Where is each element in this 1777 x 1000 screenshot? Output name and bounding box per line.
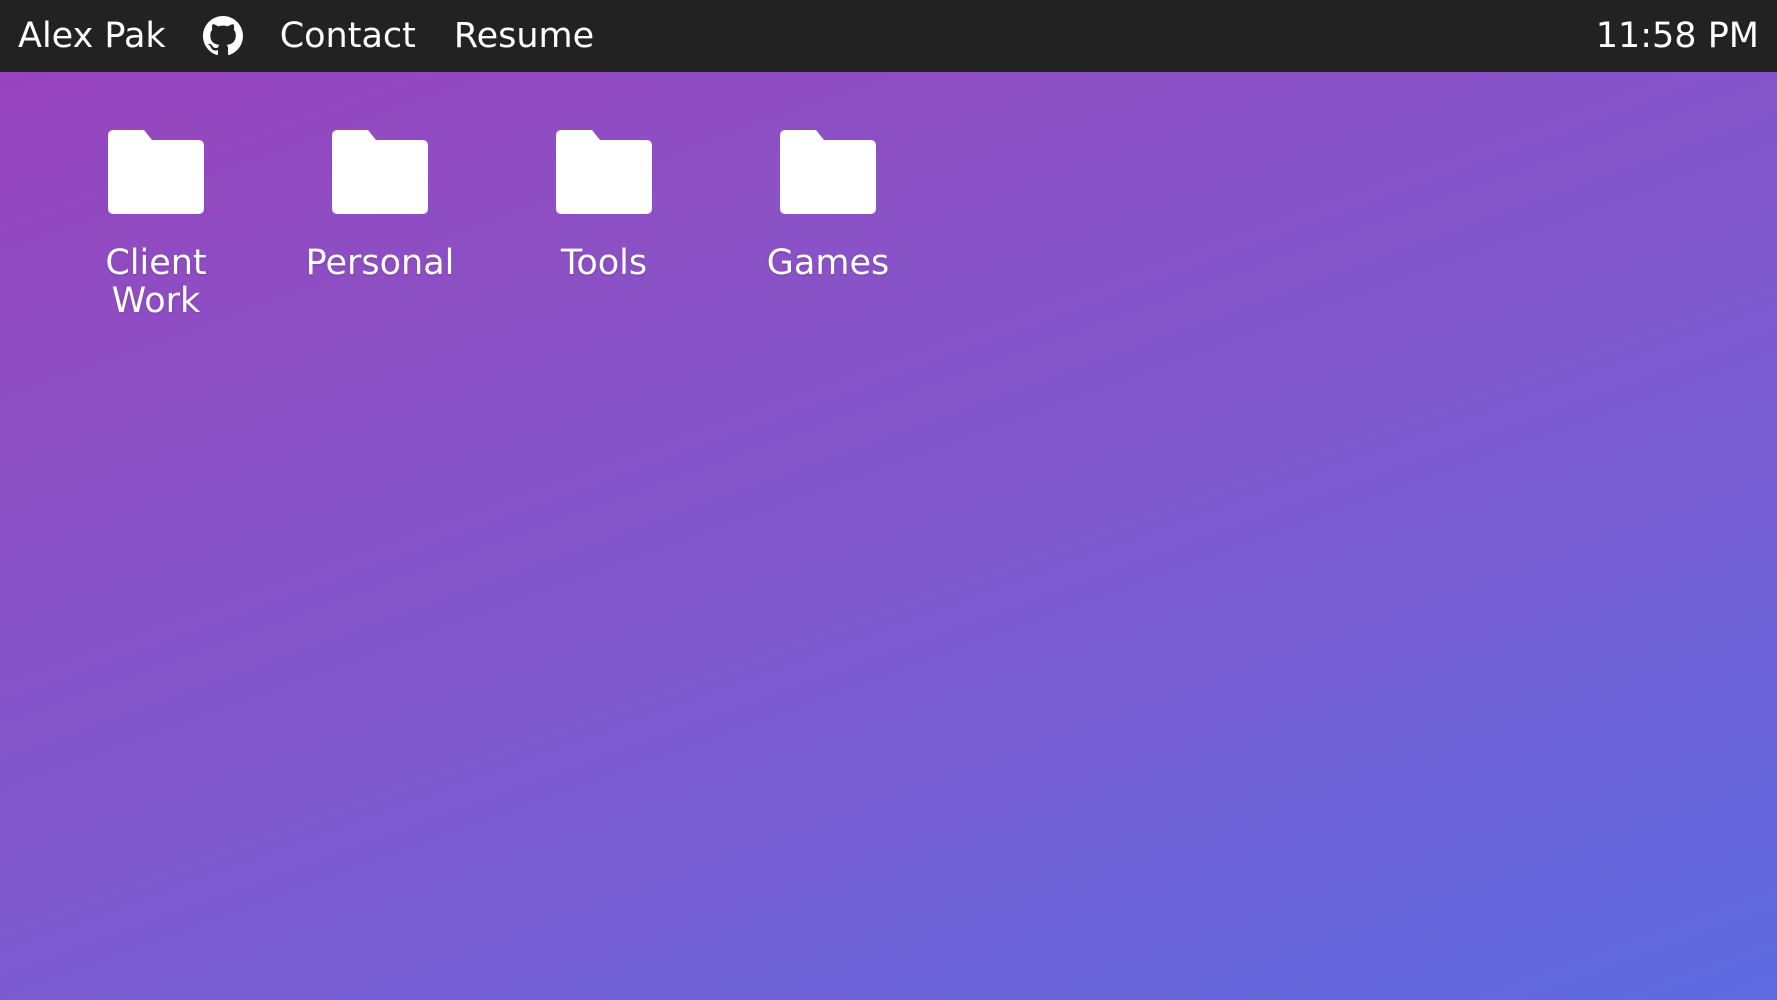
folder-personal[interactable]: Personal (280, 130, 480, 320)
desktop-folders: Client Work Personal Tools Games (56, 130, 952, 320)
folder-label: Personal (305, 243, 455, 283)
folder-icon (556, 130, 652, 214)
folder-label: Tools (560, 243, 648, 283)
folder-icon (332, 130, 428, 214)
menubar: Alex Pak Contact Resume 11:58 PM (0, 0, 1777, 72)
menu-link-contact[interactable]: Contact (280, 16, 416, 56)
owner-name[interactable]: Alex Pak (18, 16, 166, 56)
menu-link-resume[interactable]: Resume (454, 16, 594, 56)
folder-client-work[interactable]: Client Work (56, 130, 256, 320)
clock: 11:58 PM (1595, 16, 1759, 56)
folder-label: Games (766, 243, 890, 283)
folder-label: Client Work (105, 243, 207, 321)
folder-icon (780, 130, 876, 214)
folder-tools[interactable]: Tools (504, 130, 704, 320)
folder-games[interactable]: Games (728, 130, 928, 320)
folder-icon (108, 130, 204, 214)
github-icon[interactable] (202, 15, 244, 57)
